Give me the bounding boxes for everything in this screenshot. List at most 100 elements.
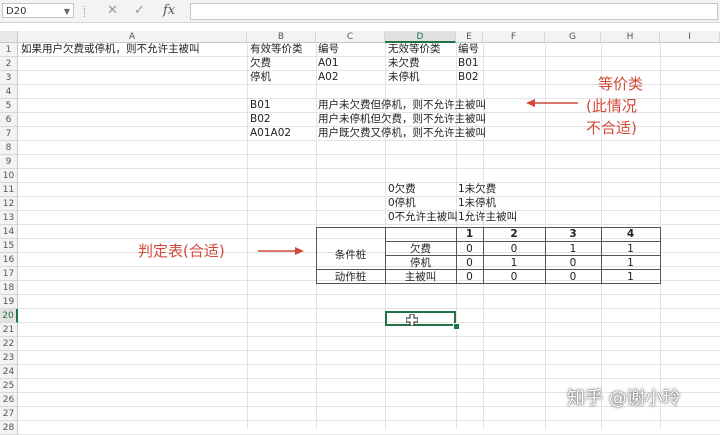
cell-c6[interactable]: 用户未停机但欠费，则不允许主被叫 (318, 113, 486, 125)
row-header-12[interactable]: 12 (0, 197, 18, 211)
col-header-f[interactable]: F (483, 31, 545, 43)
enter-icon[interactable]: ✓ (134, 2, 145, 19)
col-header-e[interactable]: E (456, 31, 483, 43)
row-header-9[interactable]: 9 (0, 155, 18, 169)
arrears-rule-1[interactable]: 0 (456, 243, 483, 255)
rule-header-1[interactable]: 1 (456, 228, 483, 240)
cell-e12[interactable]: 1未停机 (458, 197, 496, 209)
arrears-rule-2[interactable]: 0 (483, 243, 545, 255)
cell-b1[interactable]: 有效等价类 (250, 43, 303, 55)
row-header-24[interactable]: 24 (0, 365, 18, 379)
cell-b7[interactable]: A01A02 (250, 127, 291, 139)
col-header-b[interactable]: B (247, 31, 316, 43)
row-header-3[interactable]: 3 (0, 71, 18, 85)
row-header-23[interactable]: 23 (0, 351, 18, 365)
cell-e3[interactable]: B02 (458, 71, 479, 83)
cell-d13[interactable]: 0不允许主被叫 (388, 211, 458, 223)
row-header-5[interactable]: 5 (0, 99, 18, 113)
active-cell-d20[interactable] (385, 311, 456, 326)
cell-c2[interactable]: A01 (318, 57, 339, 69)
col-header-d[interactable]: D (385, 31, 456, 43)
row-header-1[interactable]: 1 (0, 43, 18, 57)
cell-c7[interactable]: 用户既欠费又停机，则不允许主被叫 (318, 127, 486, 139)
rule-header-2[interactable]: 2 (483, 228, 545, 240)
row-header-6[interactable]: 6 (0, 113, 18, 127)
insert-function-icon[interactable]: fx (163, 2, 175, 19)
cell-b3[interactable]: 停机 (250, 71, 271, 83)
arrears-rule-3[interactable]: 1 (545, 243, 601, 255)
row-header-21[interactable]: 21 (0, 323, 18, 337)
suspended-rule-2[interactable]: 1 (483, 257, 545, 269)
row-header-16[interactable]: 16 (0, 253, 18, 267)
row-header-27[interactable]: 27 (0, 407, 18, 421)
col-header-c[interactable]: C (316, 31, 385, 43)
arrears-rule-4[interactable]: 1 (601, 243, 660, 255)
cell-d3[interactable]: 未停机 (388, 71, 420, 83)
row-header-25[interactable]: 25 (0, 379, 18, 393)
cell-a1[interactable]: 如果用户欠费或停机，则不允许主被叫 (21, 43, 200, 55)
col-header-g[interactable]: G (545, 31, 601, 43)
annotation-equiv-line2: (此情况 (586, 97, 637, 115)
cell-c5[interactable]: 用户未欠费但停机，则不允许主被叫 (318, 99, 486, 111)
formula-input[interactable] (190, 3, 718, 20)
cancel-icon[interactable]: ✕ (107, 2, 118, 19)
row-header-18[interactable]: 18 (0, 281, 18, 295)
row-header-11[interactable]: 11 (0, 183, 18, 197)
col-header-h[interactable]: H (601, 31, 660, 43)
cell-d11[interactable]: 0欠费 (388, 183, 416, 195)
cell-e2[interactable]: B01 (458, 57, 479, 69)
cell-e11[interactable]: 1未欠费 (458, 183, 496, 195)
row-header-20[interactable]: 20 (0, 309, 18, 323)
col-header-i[interactable]: I (660, 31, 720, 43)
row-line (18, 196, 720, 197)
row-line (18, 350, 720, 351)
condition-stub-label[interactable]: 条件桩 (316, 249, 385, 261)
formula-bar-grip[interactable] (84, 6, 88, 17)
suspended-rule-1[interactable]: 0 (456, 257, 483, 269)
name-box-dropdown-icon[interactable]: ▼ (64, 4, 70, 19)
row-header-7[interactable]: 7 (0, 127, 18, 141)
cell-e1[interactable]: 编号 (458, 43, 479, 55)
call-rule-1[interactable]: 0 (456, 271, 483, 283)
row-header-28[interactable]: 28 (0, 421, 18, 435)
cell-b5[interactable]: B01 (250, 99, 271, 111)
row-line (18, 182, 720, 183)
action-stub-label[interactable]: 动作桩 (316, 271, 385, 283)
suspended-rule-3[interactable]: 0 (545, 257, 601, 269)
row-header-13[interactable]: 13 (0, 211, 18, 225)
cell-c3[interactable]: A02 (318, 71, 339, 83)
cell-e13[interactable]: 1允许主被叫 (458, 211, 517, 223)
fill-handle[interactable] (453, 323, 460, 330)
name-box[interactable]: D20 ▼ (2, 3, 74, 18)
row-header-8[interactable]: 8 (0, 141, 18, 155)
cell-d2[interactable]: 未欠费 (388, 57, 420, 69)
call-rule-2[interactable]: 0 (483, 271, 545, 283)
action-call[interactable]: 主被叫 (385, 271, 456, 283)
row-header-17[interactable]: 17 (0, 267, 18, 281)
condition-arrears[interactable]: 欠费 (385, 243, 456, 255)
call-rule-3[interactable]: 0 (545, 271, 601, 283)
rule-header-4[interactable]: 4 (601, 228, 660, 240)
row-header-4[interactable]: 4 (0, 85, 18, 99)
row-header-2[interactable]: 2 (0, 57, 18, 71)
rule-header-3[interactable]: 3 (545, 228, 601, 240)
cell-b6[interactable]: B02 (250, 113, 271, 125)
suspended-rule-4[interactable]: 1 (601, 257, 660, 269)
row-line (18, 378, 720, 379)
cell-d12[interactable]: 0停机 (388, 197, 416, 209)
row-header-26[interactable]: 26 (0, 393, 18, 407)
cell-b2[interactable]: 欠费 (250, 57, 271, 69)
row-header-22[interactable]: 22 (0, 337, 18, 351)
col-header-a[interactable]: A (18, 31, 247, 43)
row-line (18, 364, 720, 365)
call-rule-4[interactable]: 1 (601, 271, 660, 283)
row-header-19[interactable]: 19 (0, 295, 18, 309)
arrow-left-icon (526, 99, 578, 107)
cell-c1[interactable]: 编号 (318, 43, 339, 55)
cell-d1[interactable]: 无效等价类 (388, 43, 441, 55)
condition-suspended[interactable]: 停机 (385, 257, 456, 269)
row-header-10[interactable]: 10 (0, 169, 18, 183)
row-header-14[interactable]: 14 (0, 225, 18, 239)
select-all-corner[interactable] (0, 31, 18, 43)
row-header-15[interactable]: 15 (0, 239, 18, 253)
